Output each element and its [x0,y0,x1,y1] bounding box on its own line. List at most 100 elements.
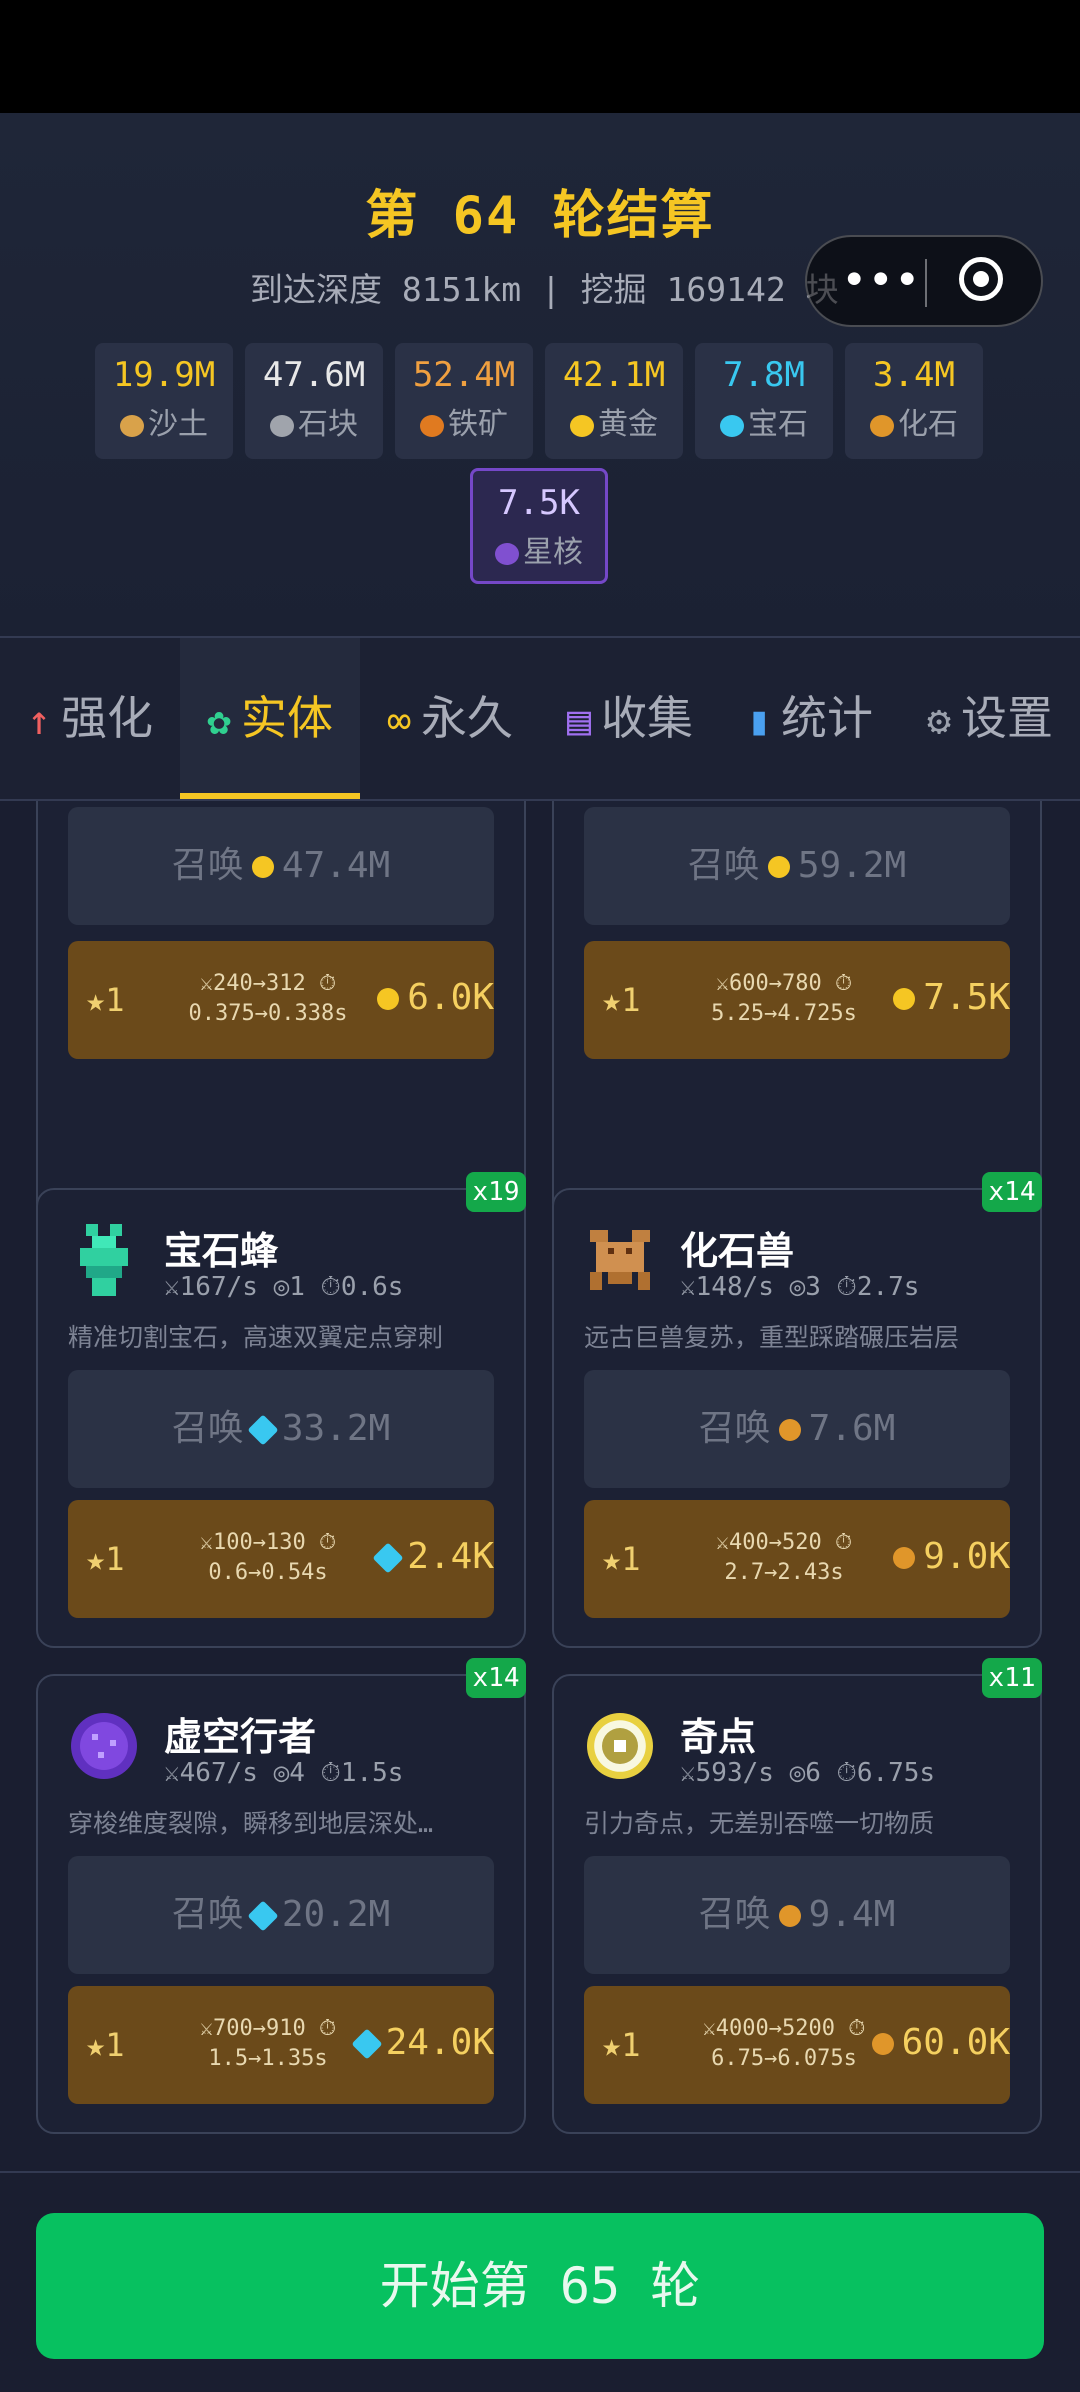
entity-description: 穿梭维度裂隙，瞬移到地层深处… [68,1809,434,1838]
upgrade-interval: 0.375→0.338s [188,1001,348,1026]
entity-name: 化石兽 [680,1229,795,1273]
resource-fossil: 3.4M 化石 [845,343,983,459]
round-summary-header: 第 64 轮结算 到达深度 8151km | 挖掘 169142 块 ••• 1… [0,113,1080,636]
resource-label: 铁矿 [395,399,533,443]
tab-stats[interactable]: ▮ 统计 [720,638,900,799]
entity-name: 宝石蜂 [164,1229,279,1273]
diamond-currency-icon [247,1414,279,1446]
gold-currency-icon [251,856,274,878]
tab-label: 设置 [961,691,1054,745]
resource-label: 黄金 [545,399,683,443]
amber-currency-icon [778,1419,801,1441]
summon-button[interactable]: 召唤 7.6M [584,1370,1010,1488]
summon-cost: 7.6M [808,1408,896,1449]
resource-iron-ore: 52.4M 铁矿 [395,343,533,459]
resource-gem: 7.8M 宝石 [695,343,833,459]
iron-ore-icon [420,414,444,437]
resource-name: 化石 [898,407,958,442]
entity-card: x14 化石兽 ⚔148/s ◎3 ⏱2.7s 远古巨兽复苏，重型踩踏碾压岩层 召唤 7.… [552,1172,1042,1648]
entity-name: 奇点 [680,1715,757,1759]
resource-label: 化石 [845,399,983,443]
tab-entity[interactable]: ✿ 实体 [180,638,360,799]
tab-collection[interactable]: ▤ 收集 [540,638,720,799]
resource-value: 42.1M [562,355,666,395]
entity-list: 远程探寻者，无需靠近即可锁定…召唤47.4M★1⚔240→312 ⏱0.375→… [0,801,1080,2171]
tab-label: 实体 [241,691,334,745]
summon-button[interactable]: 召唤 59.2M [584,807,1010,925]
diamond-currency-icon [351,2028,383,2060]
diamond-currency-icon [247,1900,279,1932]
summon-cost: 9.4M [808,1894,896,1935]
summon-button[interactable]: 召唤 33.2M [68,1370,494,1488]
entity-stats: ⚔148/s ◎3 ⏱2.7s [680,1272,920,1302]
resource-name: 沙土 [148,407,208,442]
upgrade-stats: ⚔700→910 ⏱ 1.5→1.35s [178,2014,358,2074]
summon-button[interactable]: 召唤 20.2M [68,1856,494,1974]
upgrade-stats: ⚔100→130 ⏱ 0.6→0.54s [178,1528,358,1588]
upgrade-cost-value: 7.5K [923,977,1010,1018]
resource-stone: 47.6M 石块 [245,343,383,459]
entity-card: 远程探寻者，无需靠近即可锁定…召唤47.4M★1⚔240→312 ⏱0.375→… [36,801,526,1221]
upgrade-button[interactable]: ★1 ⚔600→780 ⏱ 5.25→4.725s 7.5K [584,941,1010,1059]
tab-permanent[interactable]: ∞ 永久 [360,638,540,799]
upgrade-cost-value: 60.0K [901,2022,1010,2063]
summon-label: 召唤 [698,1894,771,1935]
resource-label: 沙土 [95,399,233,443]
upgrade-interval: 1.5→1.35s [208,2046,328,2071]
upgrade-damage: ⚔700→910 ⏱ [199,2016,337,2041]
more-icon[interactable]: ••• [841,259,920,303]
upgrade-interval: 2.7→2.43s [724,1560,844,1585]
fossil-beast-icon [584,1224,656,1296]
status-bar [0,0,1080,113]
bar-chart-icon: ▮ [746,698,772,744]
tab-upgrade[interactable]: ↑ 强化 [0,638,180,799]
resource-value: 52.4M [412,355,516,395]
resource-sand: 19.9M 沙土 [95,343,233,459]
start-next-round-button[interactable]: 开始第 65 轮 [36,2213,1044,2359]
star-level: ★1 [86,1540,125,1578]
upgrade-cost: 7.5K [893,977,1010,1018]
infinity-icon: ∞ [386,698,412,744]
resource-name: 铁矿 [448,407,508,442]
upgrade-button[interactable]: ★1 ⚔240→312 ⏱ 0.375→0.338s 6.0K [68,941,494,1059]
star-core-icon [495,542,519,565]
void-walker-icon [68,1710,140,1782]
gear-icon: ⚙ [926,698,952,744]
singularity-icon [584,1710,656,1782]
upgrade-button[interactable]: ★1 ⚔4000→5200 ⏱ 6.75→6.075s 60.0K [584,1986,1010,2104]
summon-label: 召唤 [171,845,244,886]
list-icon: ▤ [566,698,592,744]
upgrade-button[interactable]: ★1 ⚔400→520 ⏱ 2.7→2.43s 9.0K [584,1500,1010,1618]
count-badge: x14 [982,1172,1042,1212]
upgrade-stats: ⚔600→780 ⏱ 5.25→4.725s [694,969,874,1029]
summon-button[interactable]: 召唤 47.4M [68,807,494,925]
upgrade-button[interactable]: ★1 ⚔100→130 ⏱ 0.6→0.54s 2.4K [68,1500,494,1618]
upgrade-interval: 0.6→0.54s [208,1560,328,1585]
stone-icon [270,414,294,437]
resource-value: 7.5K [498,483,580,523]
close-icon[interactable] [959,257,1003,301]
upgrade-stats: ⚔400→520 ⏱ 2.7→2.43s [694,1528,874,1588]
tab-settings[interactable]: ⚙ 设置 [900,638,1080,799]
gold-currency-icon [377,988,400,1010]
entity-stats: ⚔467/s ◎4 ⏱1.5s [164,1758,404,1788]
summon-cost: 33.2M [281,1408,391,1449]
upgrade-cost-value: 24.0K [385,2022,494,2063]
upgrade-interval: 5.25→4.725s [711,1001,857,1026]
footer: 开始第 65 轮 [0,2171,1080,2392]
sand-icon [120,414,144,437]
summon-label: 召唤 [687,845,760,886]
amber-currency-icon [893,1547,916,1569]
depth-summary: 到达深度 8151km | 挖掘 169142 块 [250,270,839,309]
resource-label: 石块 [245,399,383,443]
resource-label: 星核 [473,527,605,571]
entity-description: 引力奇点，无差别吞噬一切物质 [584,1809,935,1838]
count-badge: x14 [466,1658,526,1698]
summon-button[interactable]: 召唤 9.4M [584,1856,1010,1974]
summon-cost: 20.2M [281,1894,391,1935]
gold-icon [570,414,594,437]
entity-card: x11 奇点 ⚔593/s ◎6 ⏱6.75s 引力奇点，无差别吞噬一切物质 召唤 9.4… [552,1658,1042,2134]
resource-star-core: 7.5K 星核 [470,468,608,584]
upgrade-button[interactable]: ★1 ⚔700→910 ⏱ 1.5→1.35s 24.0K [68,1986,494,2104]
amber-currency-icon [871,2033,894,2055]
